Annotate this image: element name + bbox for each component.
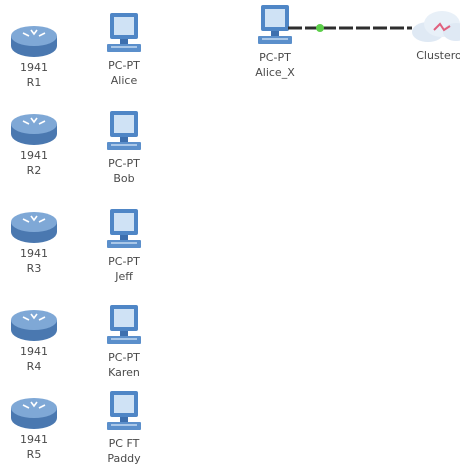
router-name-label: R4 [26, 360, 42, 373]
pc-icon [107, 209, 141, 248]
pc-bob[interactable]: PC-PT Bob [94, 108, 154, 186]
link-status-light [316, 24, 324, 32]
router-r1[interactable]: 1941 R1 [4, 22, 64, 90]
pc-icon [107, 305, 141, 344]
router-name-label: R3 [26, 262, 42, 275]
network-link-cable[interactable] [288, 20, 412, 36]
router-r2[interactable]: 1941 R2 [4, 110, 64, 178]
pc-icon [107, 391, 141, 430]
router-icon [11, 114, 57, 145]
cloud-name-label: Clustero [416, 49, 460, 62]
router-icon [11, 26, 57, 57]
router-model-label: 1941 [20, 433, 48, 446]
router-icon [11, 398, 57, 429]
router-model-label: 1941 [20, 247, 48, 260]
router-icon [11, 212, 57, 243]
pc-jeff[interactable]: PC-PT Jeff [94, 206, 154, 284]
pc-paddy[interactable]: PC FT Paddy [94, 388, 154, 466]
router-model-label: 1941 [20, 345, 48, 358]
pc-icon [107, 111, 141, 150]
router-model-label: 1941 [20, 61, 48, 74]
pc-name-label: Jeff [115, 270, 133, 283]
router-r5[interactable]: 1941 R5 [4, 394, 64, 462]
router-model-label: 1941 [20, 149, 48, 162]
pc-name-label: Bob [113, 172, 135, 185]
pc-model-label: PC FT [108, 437, 140, 450]
router-name-label: R2 [26, 164, 42, 177]
cloud-clustero[interactable]: Clustero [404, 4, 460, 63]
pc-alice-x[interactable]: PC-PT Alice_X [245, 2, 305, 80]
pc-name-label: Paddy [107, 452, 141, 465]
cloud-icon [412, 11, 460, 42]
pc-model-label: PC-PT [108, 157, 140, 170]
router-name-label: R1 [26, 76, 42, 89]
router-name-label: R5 [26, 448, 42, 461]
router-icon [11, 310, 57, 341]
pc-model-label: PC-PT [259, 51, 291, 64]
router-r4[interactable]: 1941 R4 [4, 306, 64, 374]
pc-model-label: PC-PT [108, 255, 140, 268]
pc-name-label: Alice_X [255, 66, 295, 79]
pc-alice[interactable]: PC-PT Alice [94, 10, 154, 88]
pc-karen[interactable]: PC-PT Karen [94, 302, 154, 380]
pc-model-label: PC-PT [108, 351, 140, 364]
network-workspace[interactable]: 1941 R1 1941 R2 1941 R3 1941 R4 1941 R5 … [0, 0, 460, 470]
pc-name-label: Alice [110, 74, 138, 87]
pc-model-label: PC-PT [108, 59, 140, 72]
router-r3[interactable]: 1941 R3 [4, 208, 64, 276]
pc-name-label: Karen [108, 366, 140, 379]
pc-icon [107, 13, 141, 52]
